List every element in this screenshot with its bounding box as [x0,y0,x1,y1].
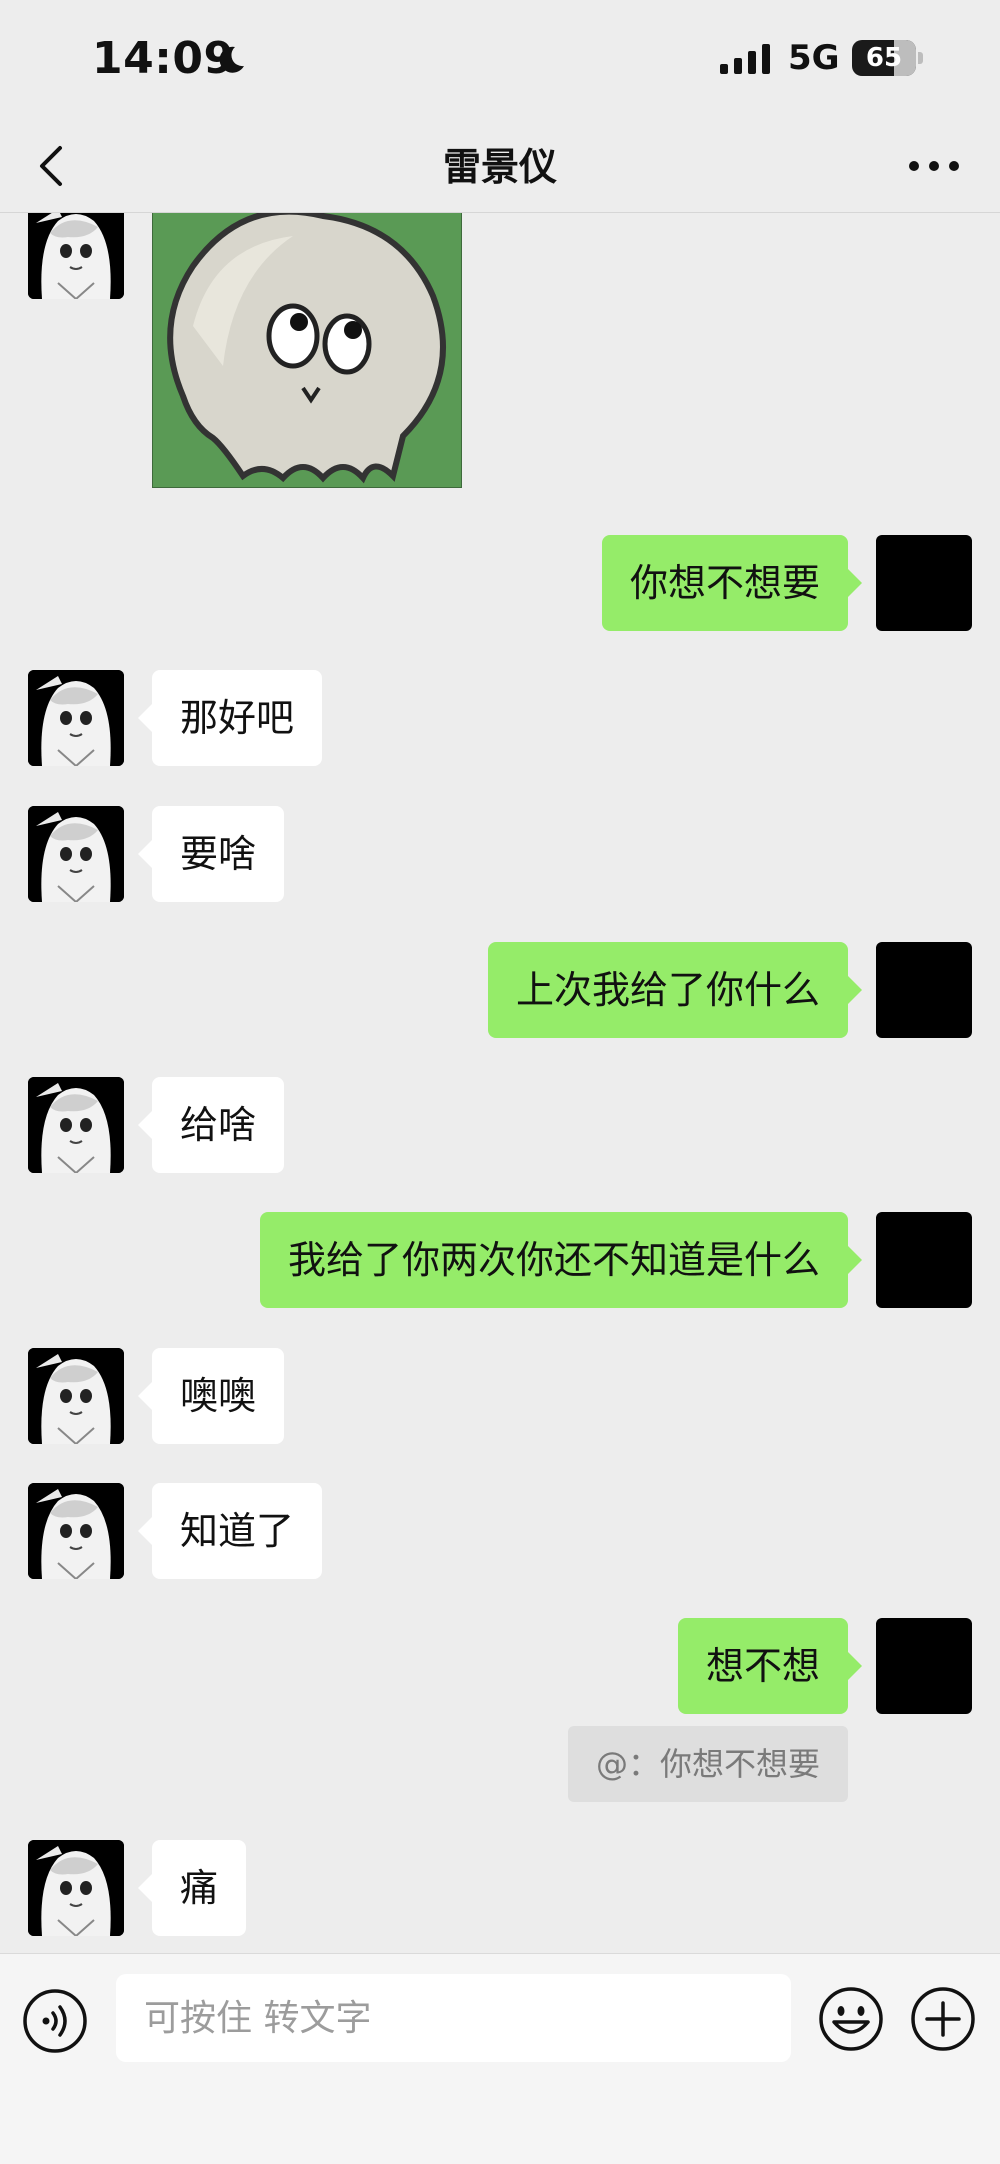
outgoing-message[interactable]: 我给了你两次你还不知道是什么 [259,1212,863,1308]
moon-icon [219,46,244,73]
contact-avatar[interactable] [28,213,124,299]
plus-circle-icon[interactable] [910,1986,976,2052]
message-row: 我给了你两次你还不知道是什么 [0,1212,1000,1308]
status-bar: 14:09 5G 65 [0,0,1000,120]
contact-avatar[interactable] [28,806,124,902]
contact-avatar[interactable] [28,1077,124,1173]
incoming-message[interactable]: 知道了 [137,1483,323,1579]
quoted-message[interactable]: @：你想不想要 [567,1726,848,1802]
network-type: 5G [788,38,840,78]
chat-title: 雷景仪 [442,145,557,189]
emoji-icon[interactable] [818,1986,884,2052]
chat-messages: 你想不想要 那好吧 要啥 上次我给了你什么 给啥 我给了你两次你还不知道是什么 … [0,213,1000,1953]
contact-avatar[interactable] [28,670,124,766]
signal-icon [720,44,770,74]
status-time: 14:09 [92,33,235,84]
message-row: 要啥 [0,806,1000,902]
voice-icon[interactable] [22,1988,88,2054]
message-row: 噢噢 [0,1348,1000,1444]
message-row: 给啥 [0,1077,1000,1173]
incoming-message[interactable]: 要啥 [137,806,285,902]
incoming-message[interactable]: 那好吧 [137,670,323,766]
ghost-sticker[interactable] [152,213,462,488]
more-dots-icon[interactable] [904,146,964,186]
outgoing-message[interactable]: 上次我给了你什么 [487,942,863,1038]
incoming-message[interactable]: 痛 [137,1840,247,1936]
outgoing-message[interactable]: 你想不想要 [601,535,863,631]
my-avatar[interactable] [876,1212,972,1308]
input-bar [0,1953,1000,2164]
incoming-message[interactable]: 给啥 [137,1077,285,1173]
battery-icon: 65 [852,40,924,76]
my-avatar[interactable] [876,535,972,631]
contact-avatar[interactable] [28,1840,124,1936]
message-row: 痛 [0,1840,1000,1936]
message-row: 知道了 [0,1483,1000,1579]
message-row: 想不想 @：你想不想要 [0,1618,1000,1802]
message-row: 上次我给了你什么 [0,942,1000,1038]
contact-avatar[interactable] [28,1348,124,1444]
message-row: 你想不想要 [0,535,1000,631]
battery-percent: 65 [865,43,903,73]
incoming-message[interactable]: 噢噢 [137,1348,285,1444]
outgoing-message[interactable]: 想不想 [677,1618,863,1714]
message-sticker [0,213,1000,495]
nav-bar: 雷景仪 [0,120,1000,213]
my-avatar[interactable] [876,1618,972,1714]
message-row: 那好吧 [0,670,1000,766]
my-avatar[interactable] [876,942,972,1038]
contact-avatar[interactable] [28,1483,124,1579]
message-input[interactable] [116,1974,791,2062]
